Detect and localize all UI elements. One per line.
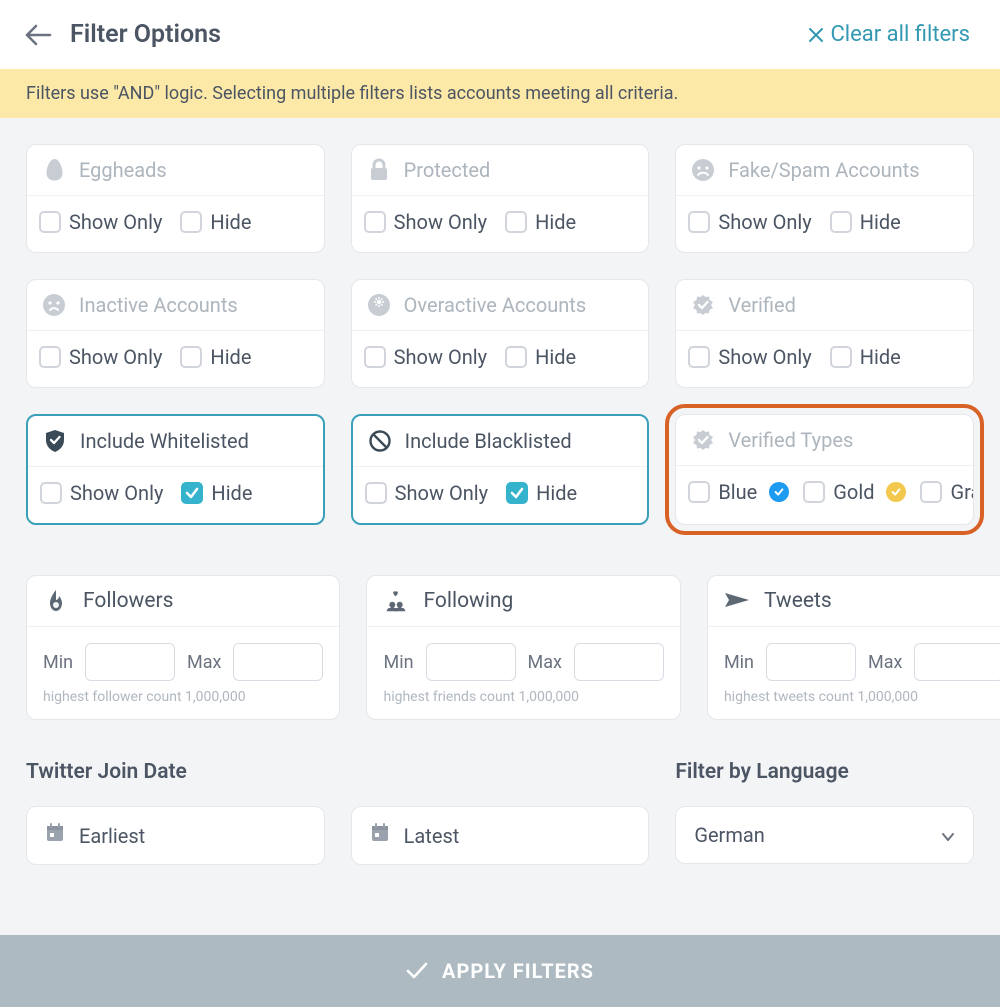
card-title: Eggheads — [79, 158, 167, 182]
calendar-icon — [370, 823, 390, 848]
lock-icon — [366, 157, 392, 183]
check-icon — [406, 962, 428, 980]
back-arrow-icon[interactable] — [24, 23, 52, 47]
min-label: Min — [43, 652, 73, 673]
tweets-max-input[interactable] — [914, 643, 1000, 681]
flame-icon — [43, 588, 69, 614]
verified-type-gold[interactable]: Gold — [803, 480, 906, 504]
eggheads-hide[interactable]: Hide — [180, 210, 251, 234]
card-following: Following Min Max highest friends count … — [366, 575, 680, 720]
join-date-section-title: Twitter Join Date — [26, 760, 325, 784]
fakespam-show-only[interactable]: Show Only — [688, 210, 811, 234]
card-overactive: Overactive Accounts Show Only Hide — [351, 279, 650, 388]
card-title: Inactive Accounts — [79, 293, 238, 317]
min-label: Min — [383, 652, 413, 673]
card-inactive: Inactive Accounts Show Only Hide — [26, 279, 325, 388]
card-tweets: Tweets Min Max highest tweets count 1,00… — [707, 575, 1000, 720]
language-select[interactable]: German — [675, 806, 974, 864]
card-followers: Followers Min Max highest follower count… — [26, 575, 340, 720]
card-title: Include Blacklisted — [405, 429, 572, 453]
clear-all-filters-link[interactable]: Clear all filters — [808, 22, 970, 47]
verified-badge-icon — [690, 427, 716, 453]
blue-check-icon — [769, 482, 789, 502]
ban-icon — [367, 428, 393, 454]
protected-show-only[interactable]: Show Only — [364, 210, 487, 234]
whitelisted-show-only[interactable]: Show Only — [40, 481, 163, 505]
clear-all-label: Clear all filters — [830, 22, 970, 47]
users-heart-icon — [383, 588, 409, 614]
card-title: Include Whitelisted — [80, 429, 249, 453]
logic-notice: Filters use "AND" logic. Selecting multi… — [0, 69, 1000, 118]
tweets-min-input[interactable] — [766, 643, 856, 681]
card-title: Verified Types — [728, 428, 853, 452]
x-icon — [808, 27, 824, 43]
face-sad-icon — [41, 292, 67, 318]
latest-label: Latest — [404, 824, 460, 848]
face-angry-icon — [690, 157, 716, 183]
card-verified-types: Verified Types Blue Gold Gray — [675, 414, 974, 525]
egg-icon — [41, 157, 67, 183]
apply-filters-label: APPLY FILTERS — [442, 959, 594, 983]
card-verified: Verified Show Only Hide — [675, 279, 974, 388]
verified-type-blue[interactable]: Blue — [688, 480, 789, 504]
blacklisted-show-only[interactable]: Show Only — [365, 481, 488, 505]
gear-head-icon — [366, 292, 392, 318]
earliest-label: Earliest — [79, 824, 145, 848]
card-eggheads: Eggheads Show Only Hide — [26, 144, 325, 253]
verified-hide[interactable]: Hide — [830, 345, 901, 369]
verified-type-gray[interactable]: Gray — [920, 480, 974, 504]
gold-check-icon — [886, 482, 906, 502]
earliest-date-picker[interactable]: Earliest — [26, 806, 325, 865]
following-min-input[interactable] — [426, 643, 516, 681]
header: Filter Options Clear all filters — [0, 0, 1000, 69]
max-label: Max — [868, 652, 902, 673]
protected-hide[interactable]: Hide — [505, 210, 576, 234]
apply-filters-button[interactable]: APPLY FILTERS — [0, 935, 1000, 1007]
inactive-hide[interactable]: Hide — [180, 345, 251, 369]
shield-check-icon — [42, 428, 68, 454]
overactive-show-only[interactable]: Show Only — [364, 345, 487, 369]
language-selected: German — [694, 823, 764, 847]
overactive-hide[interactable]: Hide — [505, 345, 576, 369]
eggheads-show-only[interactable]: Show Only — [39, 210, 162, 234]
following-max-input[interactable] — [574, 643, 664, 681]
verified-badge-icon — [690, 292, 716, 318]
page-title: Filter Options — [70, 20, 221, 49]
latest-date-picker[interactable]: Latest — [351, 806, 650, 865]
card-blacklisted: Include Blacklisted Show Only Hide — [351, 414, 650, 525]
card-title: Protected — [404, 158, 491, 182]
card-protected: Protected Show Only Hide — [351, 144, 650, 253]
followers-max-input[interactable] — [233, 643, 323, 681]
blacklisted-hide[interactable]: Hide — [506, 481, 577, 505]
calendar-icon — [45, 823, 65, 848]
card-whitelisted: Include Whitelisted Show Only Hide — [26, 414, 325, 525]
range-title: Following — [423, 589, 513, 613]
followers-note: highest follower count 1,000,000 — [27, 689, 339, 719]
language-section-title: Filter by Language — [675, 760, 974, 784]
following-note: highest friends count 1,000,000 — [367, 689, 679, 719]
whitelisted-hide[interactable]: Hide — [181, 481, 252, 505]
card-title: Verified — [728, 293, 796, 317]
inactive-show-only[interactable]: Show Only — [39, 345, 162, 369]
followers-min-input[interactable] — [85, 643, 175, 681]
tweets-note: highest tweets count 1,000,000 — [708, 689, 1000, 719]
card-title: Overactive Accounts — [404, 293, 587, 317]
range-title: Tweets — [764, 589, 832, 613]
max-label: Max — [187, 652, 221, 673]
range-title: Followers — [83, 589, 173, 613]
max-label: Max — [528, 652, 562, 673]
fakespam-hide[interactable]: Hide — [830, 210, 901, 234]
card-title: Fake/Spam Accounts — [728, 158, 919, 182]
min-label: Min — [724, 652, 754, 673]
card-fakespam: Fake/Spam Accounts Show Only Hide — [675, 144, 974, 253]
chevron-down-icon — [941, 823, 955, 847]
verified-show-only[interactable]: Show Only — [688, 345, 811, 369]
send-icon — [724, 588, 750, 614]
